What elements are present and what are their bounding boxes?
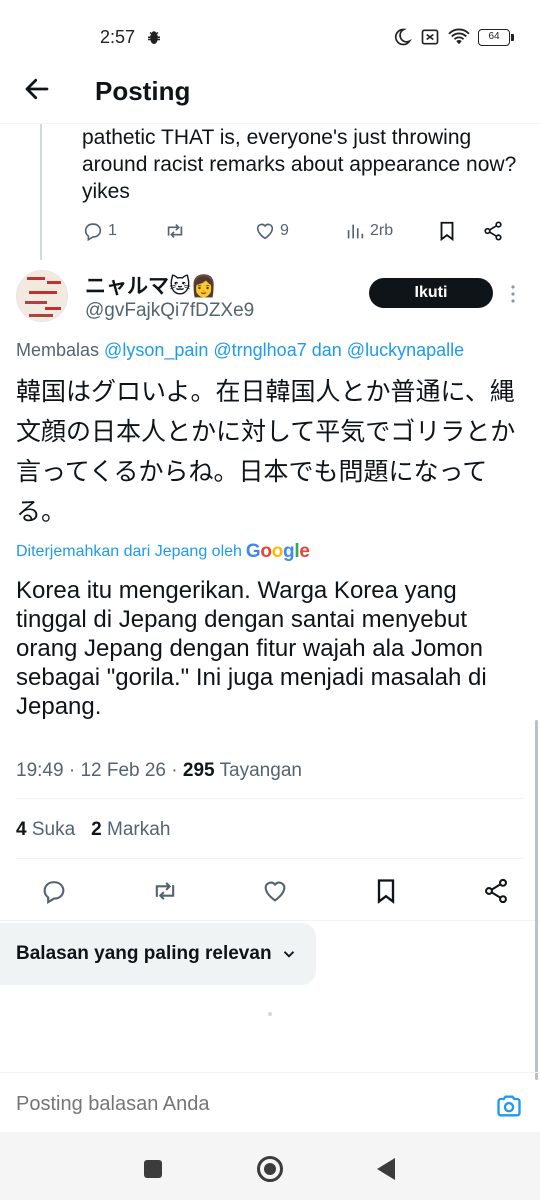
likes-count: 4	[16, 819, 27, 840]
avatar[interactable]	[16, 270, 68, 322]
views-label: Tayangan	[219, 760, 302, 781]
system-back-button[interactable]	[377, 1158, 395, 1180]
bookmarks-count: 2	[91, 819, 102, 840]
recents-button[interactable]	[144, 1160, 162, 1178]
like-button[interactable]: 9	[254, 220, 344, 242]
author-handle[interactable]: @gvFajkQi7fDZXe9	[85, 300, 254, 322]
heart-icon[interactable]	[261, 877, 289, 905]
battery-icon: 64	[478, 28, 514, 46]
views-count-main: 295	[182, 760, 215, 781]
previous-reply-actions: 1 9 2rb	[82, 217, 522, 245]
sim-off-icon	[421, 29, 439, 45]
author-name[interactable]: ニャルマ🐱👩	[85, 270, 217, 300]
reply-last-mention[interactable]: @luckynapalle	[347, 340, 464, 360]
post-actions	[40, 876, 510, 906]
share-icon	[484, 221, 502, 241]
reply-prefix: Membalas	[16, 340, 100, 360]
camera-icon[interactable]	[495, 1092, 523, 1120]
loading-indicator	[268, 1012, 272, 1016]
sort-replies-dropdown[interactable]: Balasan yang paling relevan	[0, 923, 316, 985]
follow-button[interactable]: Ikuti	[369, 278, 493, 308]
heart-icon	[256, 223, 274, 240]
likes-label: Suka	[31, 819, 76, 840]
reply-icon	[84, 223, 102, 242]
reply-mentions[interactable]: @lyson_pain @trnglhoa7	[104, 340, 307, 360]
share-button[interactable]	[482, 220, 504, 242]
views-count: 2rb	[370, 222, 394, 239]
system-nav-bar	[0, 1132, 540, 1200]
sort-label: Balasan yang paling relevan	[16, 943, 272, 964]
back-arrow-icon[interactable]	[22, 74, 52, 104]
bookmark-icon[interactable]	[372, 877, 400, 905]
thread-line	[40, 124, 42, 260]
divider	[16, 858, 524, 859]
post-time: 19:49	[16, 760, 64, 781]
reply-input[interactable]	[16, 1093, 281, 1116]
bookmarks-label: Markah	[107, 819, 171, 840]
share-icon[interactable]	[482, 877, 510, 905]
post-date: 12 Feb 26	[80, 760, 167, 781]
post-meta: 19:49 · 12 Feb 26 · 295 Tayangan	[16, 760, 302, 781]
google-logo: Google	[245, 541, 310, 562]
chevron-down-icon	[283, 951, 294, 958]
retweet-icon	[167, 223, 183, 239]
original-post-text: 韓国はグロいよ。在日韓国人とか普通に、縄文顔の日本人とかに対して平気でゴリラとか…	[16, 377, 516, 526]
likes-stat[interactable]: 4 Suka	[16, 819, 75, 841]
retweet-button[interactable]	[164, 220, 254, 242]
previous-reply-text: pathetic THAT is, everyone's just throwi…	[82, 126, 517, 203]
retweet-icon[interactable]	[151, 877, 179, 905]
page-title: Posting	[95, 76, 191, 106]
views-button[interactable]: 2rb	[344, 220, 436, 242]
avatar-image	[17, 271, 67, 321]
home-button[interactable]	[257, 1156, 283, 1182]
bookmark-button[interactable]	[436, 220, 482, 242]
status-icons: 64	[392, 27, 514, 47]
divider	[0, 920, 540, 921]
analytics-icon	[347, 224, 364, 239]
reply-and: dan	[311, 340, 342, 360]
reply-icon[interactable]	[40, 877, 68, 905]
wifi-icon	[448, 28, 470, 45]
replying-to: Membalas @lyson_pain @trnglhoa7 dan @luc…	[16, 340, 464, 361]
reply-count: 1	[108, 222, 117, 239]
reply-bar-divider	[0, 1072, 540, 1073]
moon-icon	[395, 28, 412, 46]
post-stats: 4 Suka 2 Markah	[16, 819, 170, 841]
translated-by: Diterjemahkan dari Jepang oleh	[16, 543, 242, 560]
status-time: 2:57	[100, 27, 136, 47]
bug-icon	[148, 31, 160, 44]
like-count: 9	[280, 222, 289, 239]
translation-credit[interactable]: Diterjemahkan dari Jepang oleh Google	[16, 541, 310, 563]
top-header: Posting	[0, 60, 540, 122]
bookmark-icon	[440, 221, 454, 242]
bookmarks-stat[interactable]: 2 Markah	[91, 819, 170, 841]
translated-post-text: Korea itu mengerikan. Warga Korea yang t…	[16, 577, 487, 720]
reply-button[interactable]: 1	[82, 220, 164, 242]
more-options-icon[interactable]	[505, 282, 521, 306]
divider	[16, 798, 524, 799]
scrollbar[interactable]	[535, 720, 538, 1080]
